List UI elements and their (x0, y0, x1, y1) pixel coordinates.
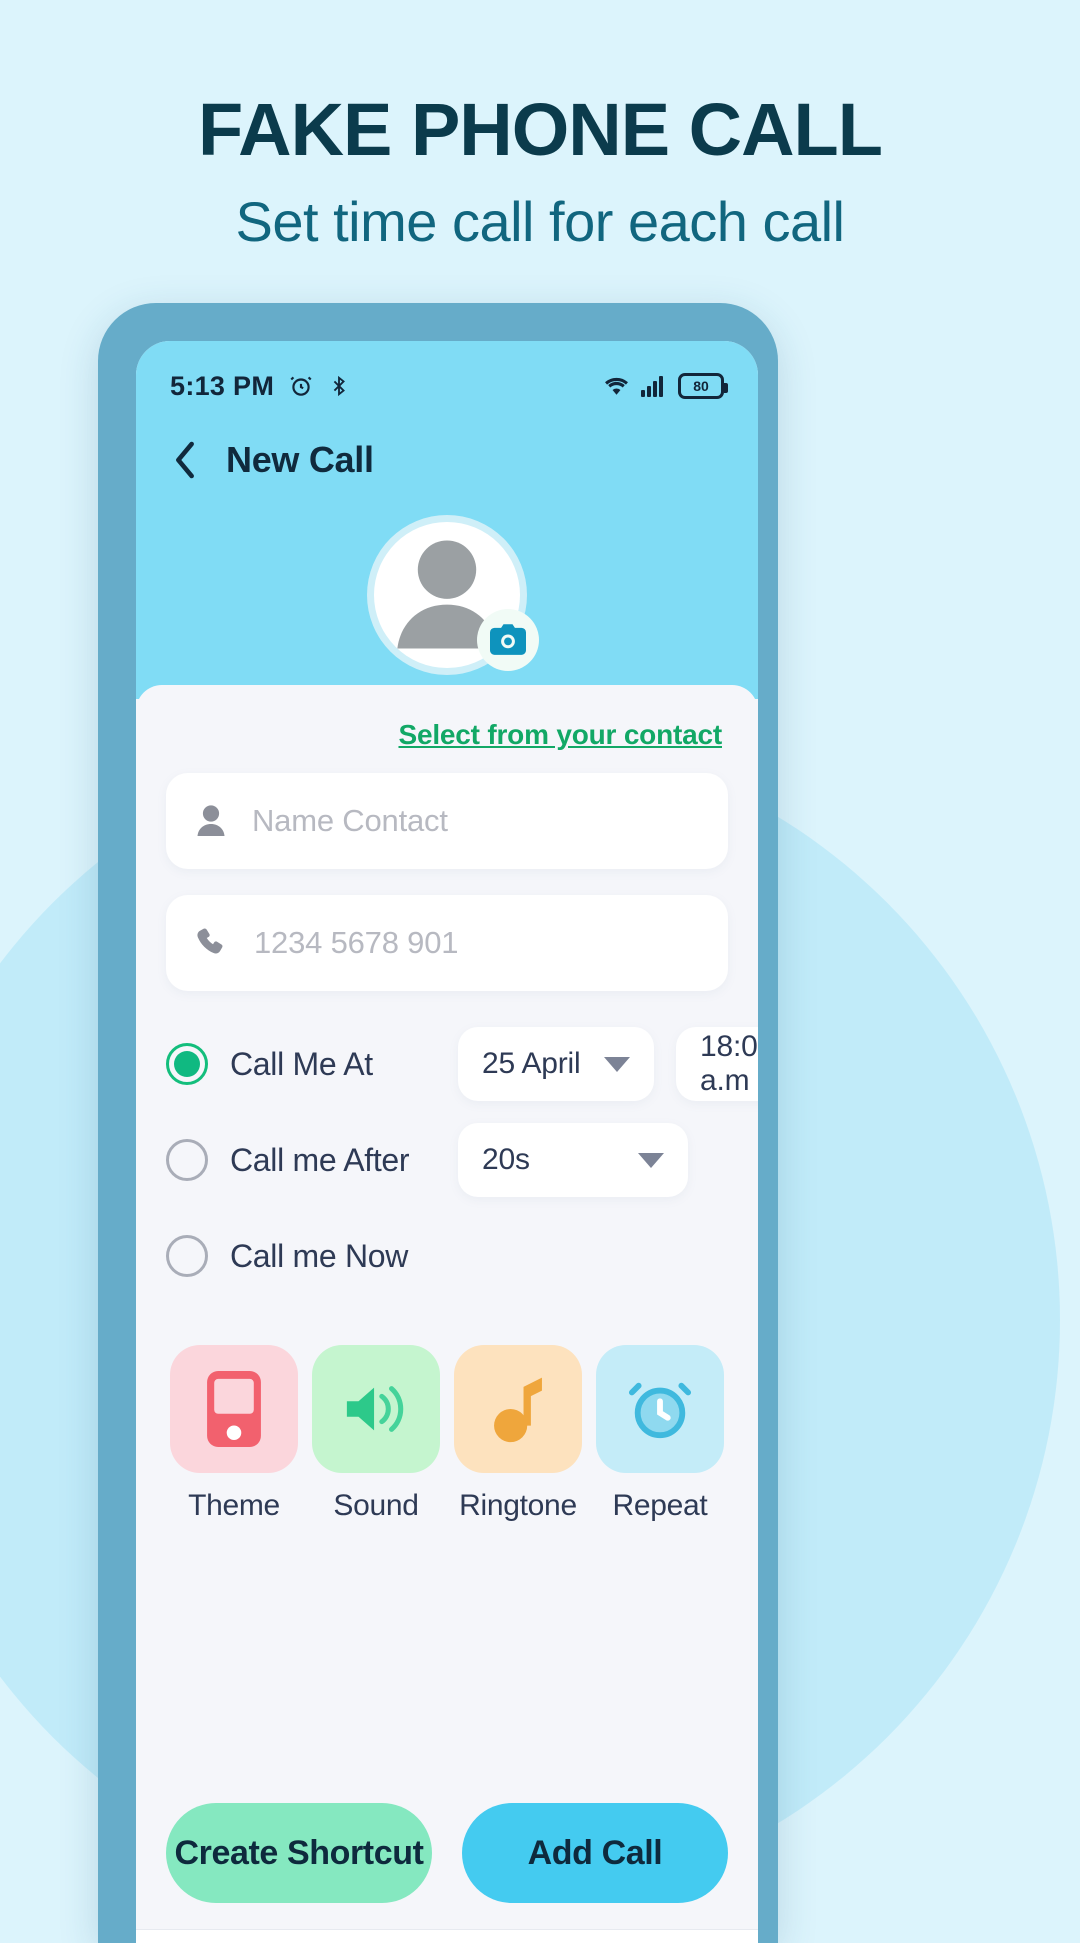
schedule-option-label: Call Me At (230, 1045, 373, 1082)
schedule-option-call-me-now[interactable]: Call me Now (166, 1219, 728, 1293)
action-buttons: Create Shortcut Add Call (166, 1803, 728, 1903)
tile-label: Ringtone (459, 1489, 577, 1522)
promo-subtitle: Set time call for each call (235, 189, 845, 253)
date-dropdown[interactable]: 25 April (458, 1027, 654, 1101)
avatar[interactable] (367, 515, 539, 675)
schedule-options: Call Me At 25 April 18:00 a.m Call me Af… (166, 1027, 758, 1315)
radio-call-me-at[interactable] (166, 1043, 208, 1085)
select-contact-link[interactable]: Select from your contact (166, 719, 722, 751)
bluetooth-icon (328, 373, 350, 399)
phone-icon (196, 926, 228, 960)
tile-label: Repeat (612, 1489, 708, 1522)
promo-heading: FAKE PHONE CALL Set time call for each c… (0, 0, 1080, 253)
page-title: New Call (226, 439, 374, 480)
music-note-icon (454, 1345, 582, 1473)
name-contact-field[interactable]: Name Contact (166, 773, 728, 869)
status-bar-right: 80 (603, 373, 728, 399)
avatar-section (136, 491, 758, 699)
phone-number-placeholder: 1234 5678 901 (254, 925, 459, 960)
status-bar-left: 5:13 PM (170, 371, 350, 402)
phone-number-field[interactable]: 1234 5678 901 (166, 895, 728, 991)
phone-screen: 5:13 PM 80 New Call Select from your con… (136, 341, 758, 1943)
tile-ringtone[interactable]: Ringtone (454, 1345, 582, 1523)
battery-level: 80 (693, 378, 709, 394)
speaker-icon (312, 1345, 440, 1473)
phone-device-icon (170, 1345, 298, 1473)
tile-sound[interactable]: Sound (312, 1345, 440, 1523)
time-dropdown-value: 18:00 a.m (700, 1030, 758, 1097)
delay-dropdown-value: 20s (482, 1143, 530, 1176)
wifi-icon (603, 375, 630, 397)
schedule-option-label: Call me Now (230, 1237, 409, 1274)
create-shortcut-button[interactable]: Create Shortcut (166, 1803, 432, 1903)
chevron-down-icon (638, 1152, 664, 1168)
date-dropdown-value: 25 April (482, 1047, 581, 1080)
radio-call-me-after[interactable] (166, 1139, 208, 1181)
chevron-down-icon (604, 1056, 630, 1072)
bottom-nav (136, 1929, 758, 1943)
radio-call-me-now[interactable] (166, 1235, 208, 1277)
time-dropdown[interactable]: 18:00 a.m (676, 1027, 758, 1101)
chevron-left-icon[interactable] (172, 440, 198, 480)
status-bar: 5:13 PM 80 (136, 341, 758, 417)
delay-dropdown[interactable]: 20s (458, 1123, 688, 1197)
battery-icon: 80 (678, 373, 728, 399)
signal-icon (641, 375, 667, 397)
schedule-option-call-me-after[interactable]: Call me After 20s (166, 1123, 728, 1197)
feature-tiles: Theme Sound Ringtone Repeat (166, 1345, 728, 1523)
alarm-icon (288, 373, 314, 399)
camera-icon[interactable] (477, 609, 539, 671)
add-call-button[interactable]: Add Call (462, 1803, 728, 1903)
status-time: 5:13 PM (170, 370, 275, 401)
tile-label: Sound (333, 1489, 419, 1522)
name-contact-placeholder: Name Contact (252, 803, 448, 838)
tile-label: Theme (188, 1489, 280, 1522)
schedule-option-call-me-at[interactable]: Call Me At 25 April 18:00 a.m (166, 1027, 758, 1101)
person-icon (196, 804, 226, 838)
alarm-clock-icon (596, 1345, 724, 1473)
schedule-option-label: Call me After (230, 1141, 410, 1178)
app-bar: New Call (136, 417, 758, 491)
phone-mockup: 5:13 PM 80 New Call Select from your con… (98, 303, 778, 1943)
tile-repeat[interactable]: Repeat (596, 1345, 724, 1523)
promo-title: FAKE PHONE CALL (198, 88, 883, 171)
tile-theme[interactable]: Theme (170, 1345, 298, 1523)
form-sheet: Select from your contact Name Contact 12… (136, 685, 758, 1929)
